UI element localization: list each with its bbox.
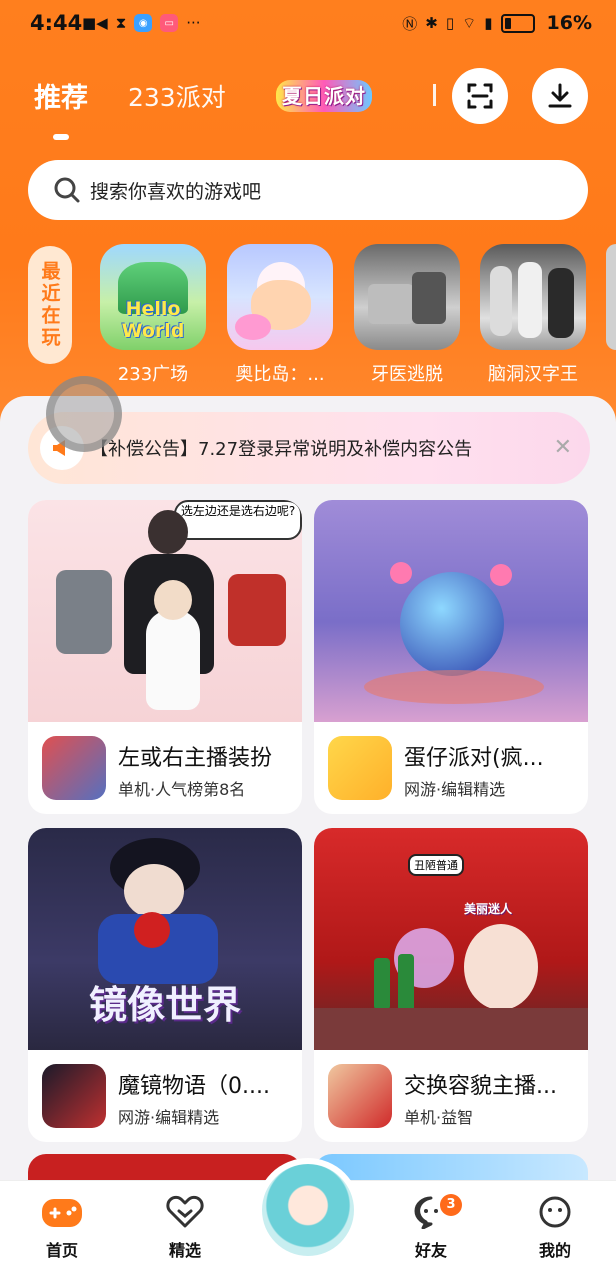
wifi-icon: ⌔ <box>462 13 477 32</box>
hourglass-icon: ⧗ <box>115 14 127 32</box>
game-cover: 选左边还是选右边呢? <box>28 500 302 722</box>
vibrate-icon: ▯ <box>445 14 455 32</box>
game-thumbnail <box>606 244 616 350</box>
status-left-icons: ■◀ ⧗ ◉ ▭ ··· <box>82 14 201 32</box>
friends-notification-badge: 3 <box>440 1194 462 1216</box>
battery-icon <box>500 13 535 33</box>
recent-game-partial[interactable] <box>606 244 616 350</box>
game-thumbnail <box>354 244 460 350</box>
heart-icon <box>166 1195 204 1228</box>
status-time: 4:44 <box>30 11 83 35</box>
search-icon <box>54 177 80 203</box>
nav-label: 首页 <box>45 1241 78 1260</box>
scan-button[interactable] <box>452 68 508 124</box>
game-card-eggy-party[interactable]: 蛋仔派对(疯... 网游·编辑精选 <box>314 500 588 814</box>
bluetooth-icon: ✱ <box>425 14 438 32</box>
game-icon <box>42 736 106 800</box>
nav-home[interactable]: 首页 <box>22 1195 102 1261</box>
game-title: 蛋仔派对(疯... <box>404 746 544 771</box>
app-notification-icon: ◉ <box>134 14 153 32</box>
nav-label: 精选 <box>168 1241 201 1260</box>
recent-label: 最近在玩 <box>28 246 72 364</box>
tab-recommend[interactable]: 推荐 <box>34 76 88 115</box>
recent-game-name: 牙医逃脱 <box>371 364 443 385</box>
sim-icon: ▮ <box>484 14 493 32</box>
recent-game-aobi-island[interactable]: 奥比岛：... <box>227 244 333 386</box>
close-icon[interactable]: ✕ <box>554 434 572 462</box>
gamepad-icon <box>42 1199 82 1227</box>
video-record-icon: ■◀ <box>82 14 108 32</box>
header-divider <box>433 84 436 106</box>
game-icon <box>328 1064 392 1128</box>
summer-party-logo[interactable]: 夏日派对 <box>276 80 372 112</box>
game-icon <box>42 1064 106 1128</box>
announcement-text: 【补偿公告】7.27登录异常说明及补偿内容公告 <box>90 439 473 460</box>
scan-icon <box>467 83 493 109</box>
game-cover <box>314 500 588 722</box>
nav-center-avatar-button[interactable] <box>256 1158 360 1262</box>
download-button[interactable] <box>532 68 588 124</box>
recent-game-dentist-escape[interactable]: 牙医逃脱 <box>354 244 460 386</box>
recent-game-brain-hanzi[interactable]: 脑洞汉字王 <box>480 244 586 386</box>
nav-featured[interactable]: 精选 <box>145 1195 225 1261</box>
recent-game-name: 233广场 <box>117 364 189 385</box>
status-right-icons: Ⓝ ✱ ▯ ⌔ ▮ 16% <box>402 12 592 34</box>
game-cover: 丑陋普通 美丽迷人 <box>314 828 588 1050</box>
search-bar[interactable]: 搜索你喜欢的游戏吧 <box>28 160 588 220</box>
game-card-left-or-right[interactable]: 选左边还是选右边呢? 左或右主播装扮 单机·人气榜第8名 <box>28 500 302 814</box>
game-title: 交换容貌主播... <box>404 1074 557 1099</box>
game-card-mirror-tale[interactable]: 镜像世界 魔镜物语（0.... 网游·编辑精选 <box>28 828 302 1142</box>
status-bar: 4:44 ■◀ ⧗ ◉ ▭ ··· Ⓝ ✱ ▯ ⌔ ▮ 16% <box>0 0 616 50</box>
recent-games-strip: 最近在玩 Hello World 233广场 奥比岛：... 牙医逃脱 脑洞汉字… <box>0 238 616 398</box>
game-cover: 镜像世界 <box>28 828 302 1050</box>
game-subtitle: 网游·编辑精选 <box>118 1108 220 1127</box>
tab-indicator <box>53 134 69 140</box>
smiley-face-icon <box>539 1196 571 1228</box>
nav-profile[interactable]: 我的 <box>515 1195 595 1261</box>
recent-game-233-square[interactable]: Hello World 233广场 <box>100 244 206 386</box>
recent-game-name: 奥比岛：... <box>235 364 325 385</box>
nav-label: 我的 <box>538 1241 571 1260</box>
game-subtitle: 网游·编辑精选 <box>404 780 506 799</box>
more-notifications-icon: ··· <box>186 14 201 32</box>
game-thumbnail: Hello World <box>100 244 206 350</box>
game-card-face-swap[interactable]: 丑陋普通 美丽迷人 交换容貌主播... 单机·益智 <box>314 828 588 1142</box>
game-thumbnail <box>227 244 333 350</box>
recent-game-name: 脑洞汉字王 <box>488 364 578 385</box>
game-subtitle: 单机·益智 <box>404 1108 474 1127</box>
nfc-icon: Ⓝ <box>402 14 418 33</box>
floating-assistive-button[interactable] <box>46 376 122 452</box>
nav-label: 好友 <box>414 1241 447 1260</box>
avatar <box>262 1164 354 1256</box>
game-title: 左或右主播装扮 <box>118 746 273 771</box>
game-thumbnail <box>480 244 586 350</box>
search-placeholder: 搜索你喜欢的游戏吧 <box>90 180 262 203</box>
battery-percentage: 16% <box>546 12 592 34</box>
app-notification-icon-2: ▭ <box>160 14 179 32</box>
top-tabs: 推荐 233派对 <box>34 76 226 115</box>
game-icon <box>328 736 392 800</box>
game-subtitle: 单机·人气榜第8名 <box>118 780 246 799</box>
download-icon <box>548 83 572 108</box>
game-title: 魔镜物语（0.... <box>118 1074 270 1099</box>
tab-233-party[interactable]: 233派对 <box>128 78 226 114</box>
